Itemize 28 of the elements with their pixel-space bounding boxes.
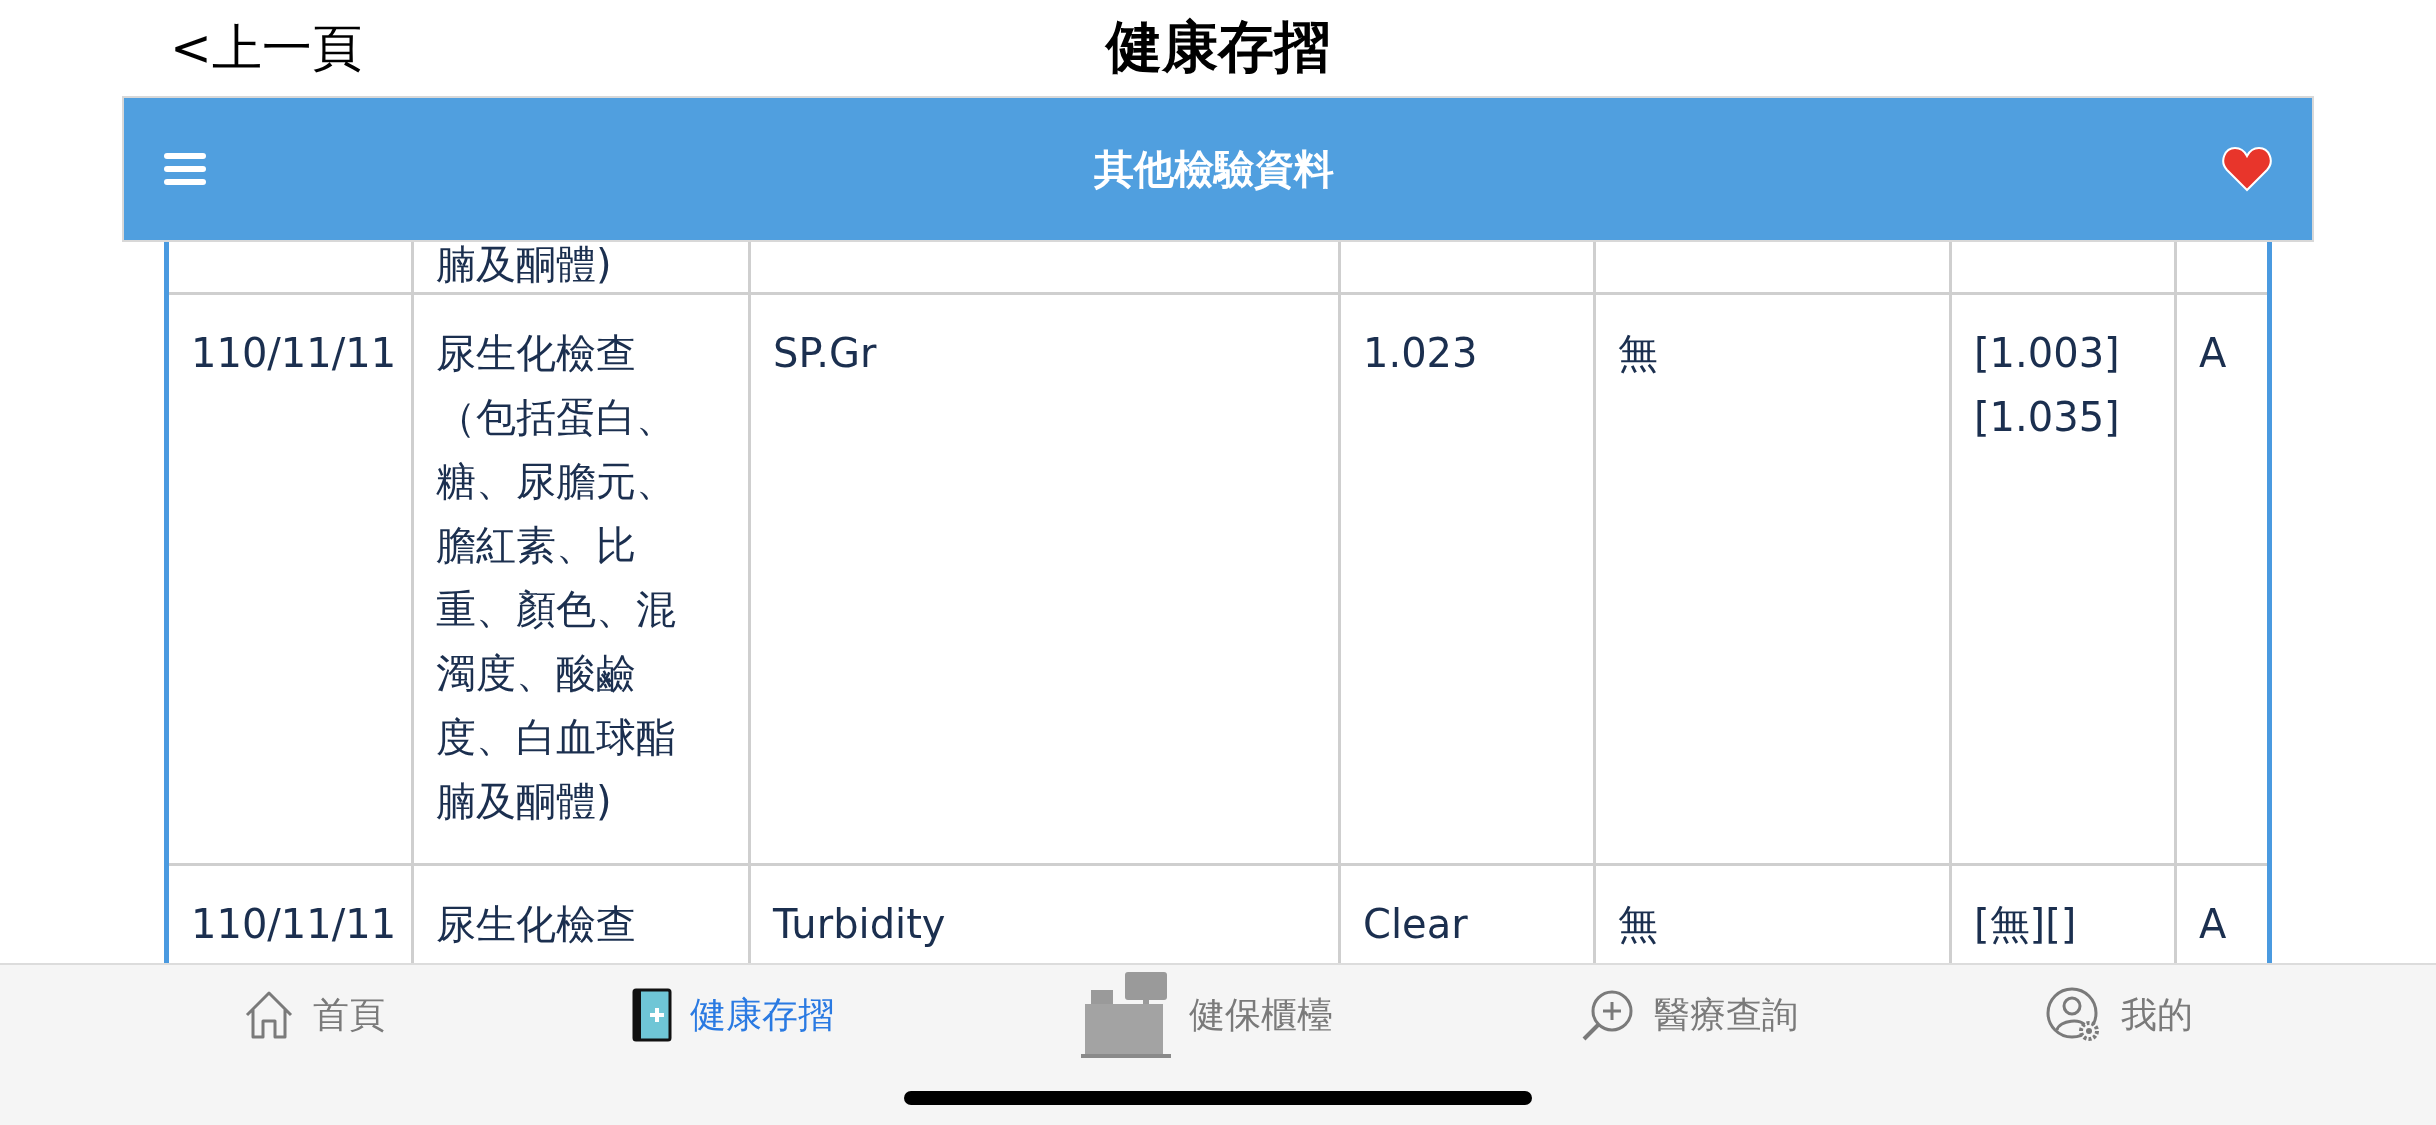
value-cell-text: 1.023	[1363, 329, 1479, 378]
tab-item[interactable]: 首頁	[243, 989, 386, 1041]
range-cell-text: [1.003]	[1974, 329, 2121, 378]
menu-icon[interactable]	[164, 153, 206, 185]
date-cell-text: 110/11/11	[191, 900, 391, 949]
header-title: 其他檢驗資料	[1094, 144, 1334, 194]
range-cell-text: [無][]	[1974, 900, 2078, 949]
category-cell-text: 尿生化檢查（包括蛋白、糖、尿膽元、膽紅素、比重、顏色、混濁度、酸鹼度、白血球酯腩及酮體)	[436, 329, 677, 826]
table-cell-text: 無	[1618, 900, 1659, 949]
tab-item[interactable]: 健康存摺	[632, 988, 835, 1042]
range-cell-text: [1.035]	[1974, 393, 2121, 442]
category-cell-text: 尿生化檢查	[436, 900, 637, 949]
table-cell-text: A	[2199, 900, 2228, 949]
item-cell-text: SP.Gr	[773, 329, 878, 378]
table-cell-text: 無	[1618, 329, 1659, 378]
tab-item[interactable]: 我的	[2044, 986, 2193, 1044]
date-cell-text: 110/11/11	[191, 329, 391, 378]
book-icon	[632, 988, 673, 1042]
table-cell-text: A	[2199, 329, 2228, 378]
back-link[interactable]: <上一頁	[170, 14, 362, 82]
counter-icon	[1081, 970, 1171, 1060]
category-cell-text: 腩及酮體)	[436, 242, 613, 286]
tab-item[interactable]: 健保櫃檯	[1081, 970, 1333, 1060]
item-cell-text: Turbidity	[773, 900, 947, 949]
tab-item[interactable]: 醫療查詢	[1579, 987, 1798, 1043]
value-cell-text: Clear	[1363, 900, 1469, 949]
page-title: 健康存摺	[1106, 13, 1330, 81]
heart-icon[interactable]	[2222, 146, 2272, 192]
